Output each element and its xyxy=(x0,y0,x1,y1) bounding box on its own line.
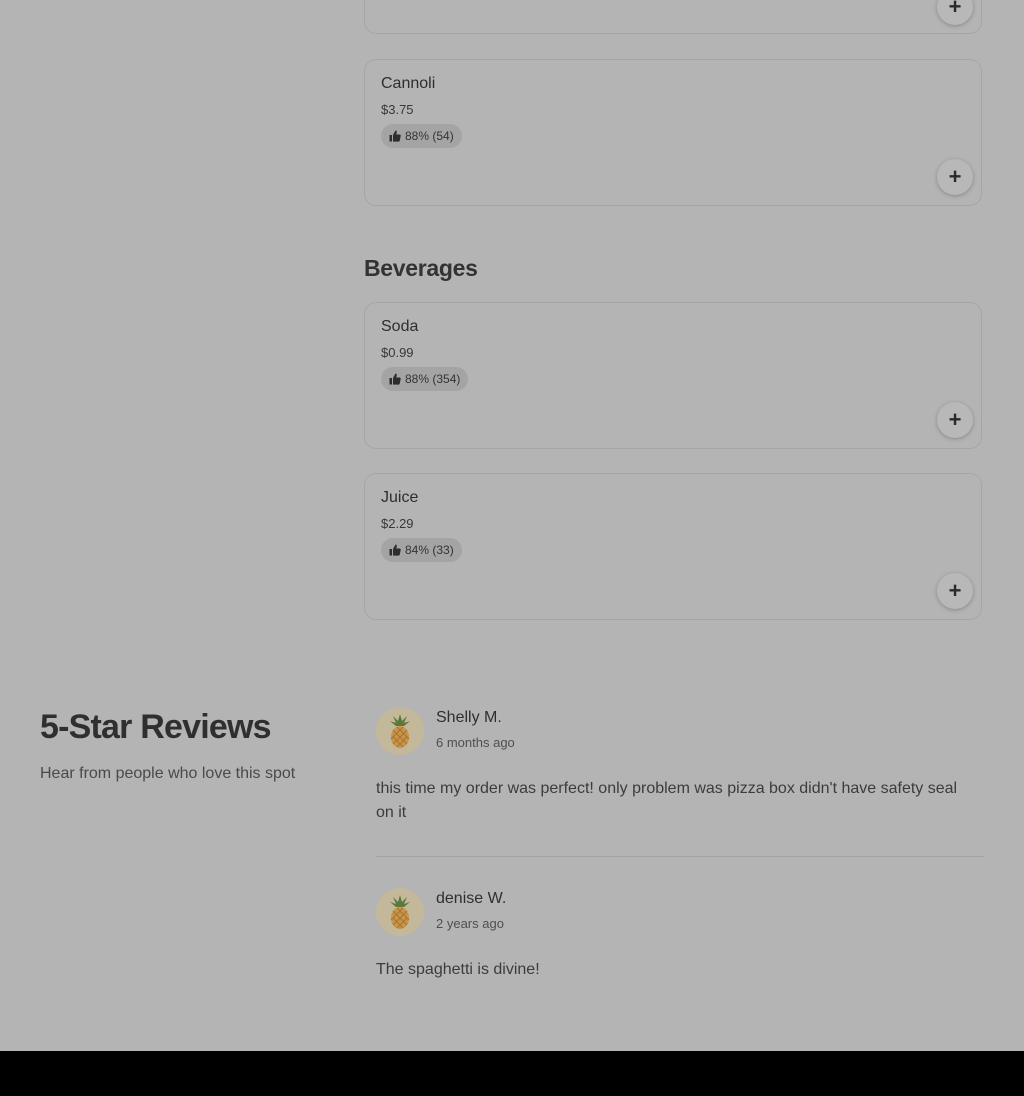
review-time: 6 months ago xyxy=(436,735,515,750)
menu-item-card[interactable]: + xyxy=(364,0,982,34)
menu-item-card[interactable]: Cannoli $3.75 88% (54) + xyxy=(364,59,982,206)
rating-badge: 88% (354) xyxy=(381,367,469,391)
menu-item-card[interactable]: Soda $0.99 88% (354) + xyxy=(364,302,982,449)
reviews-title: 5-Star Reviews xyxy=(40,708,272,746)
rating-badge: 84% (33) xyxy=(381,538,462,562)
menu-item-price: $3.75 xyxy=(381,102,414,117)
page: + Cannoli $3.75 88% (54) + Beverages Sod… xyxy=(0,0,1024,1051)
section-title-beverages: Beverages xyxy=(364,255,478,281)
pineapple-icon xyxy=(390,895,410,929)
review-divider xyxy=(376,856,984,857)
pineapple-icon xyxy=(390,714,410,748)
review-time: 2 years ago xyxy=(436,916,504,931)
add-item-button[interactable]: + xyxy=(937,573,973,609)
review-text: this time my order was perfect! only pro… xyxy=(376,780,958,821)
thumbs-up-icon xyxy=(389,544,401,556)
rating-badge: 88% (54) xyxy=(381,124,462,148)
rating-text: 88% (54) xyxy=(405,129,454,143)
menu-item-price: $2.29 xyxy=(381,516,414,531)
rating-text: 88% (354) xyxy=(405,372,461,386)
reviewer-name: Shelly M. xyxy=(436,709,502,726)
page-footer xyxy=(0,1051,1024,1096)
add-item-button[interactable]: + xyxy=(937,159,973,195)
review-text: The spaghetti is divine! xyxy=(376,961,540,978)
reviewer-name: denise W. xyxy=(436,890,507,907)
menu-item-name: Juice xyxy=(381,489,419,506)
avatar xyxy=(376,707,424,755)
avatar xyxy=(376,888,424,936)
reviews-subtitle: Hear from people who love this spot xyxy=(40,765,296,782)
menu-item-price: $0.99 xyxy=(381,345,414,360)
thumbs-up-icon xyxy=(389,373,401,385)
add-item-button[interactable]: + xyxy=(937,0,973,25)
menu-item-name: Cannoli xyxy=(381,75,436,92)
rating-text: 84% (33) xyxy=(405,543,454,557)
add-item-button[interactable]: + xyxy=(937,402,973,438)
menu-item-name: Soda xyxy=(381,318,419,335)
menu-item-card[interactable]: Juice $2.29 84% (33) + xyxy=(364,473,982,620)
thumbs-up-icon xyxy=(389,130,401,142)
